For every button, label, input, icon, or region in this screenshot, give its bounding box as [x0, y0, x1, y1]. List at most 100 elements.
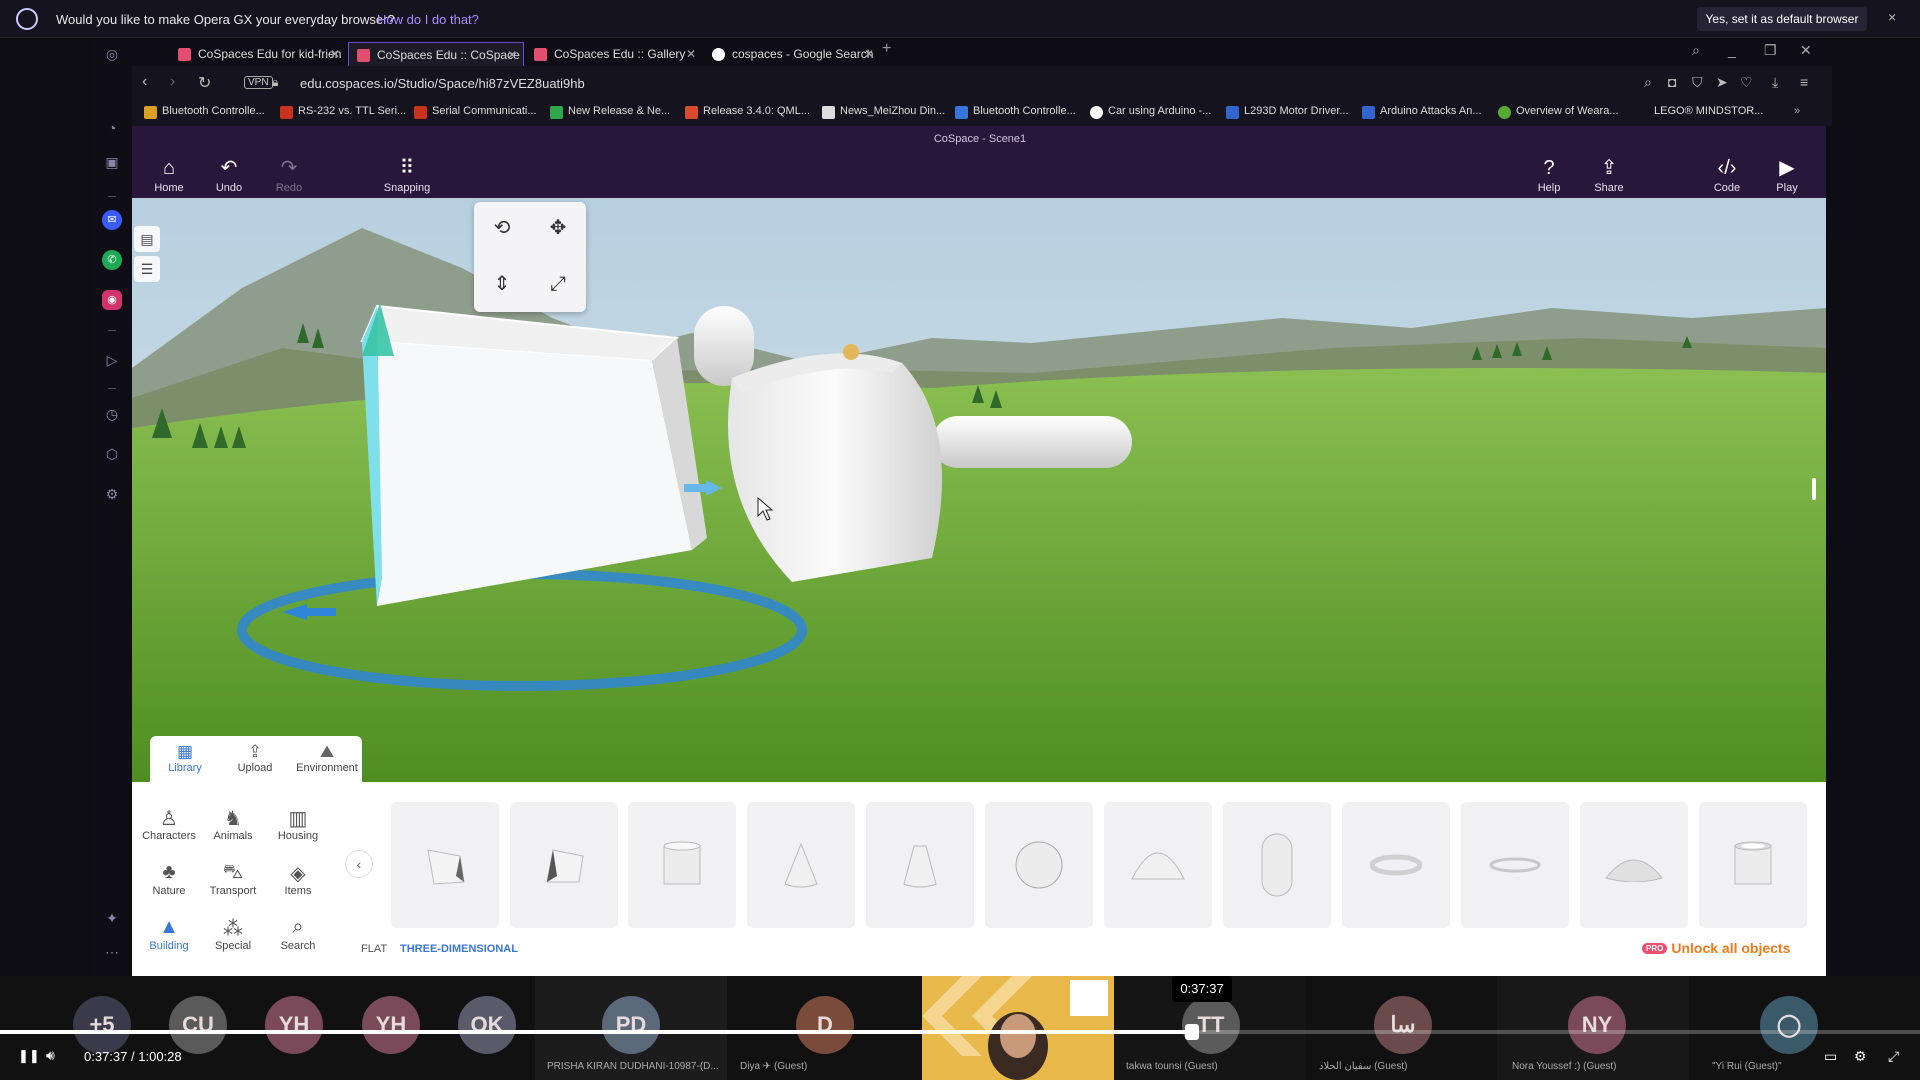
- category-housing[interactable]: ▥ Housing: [265, 806, 331, 842]
- object-tile-ring[interactable]: [1461, 802, 1569, 928]
- undo-button[interactable]: ↶ Undo: [199, 156, 259, 194]
- tab-cospaces-cospace[interactable]: CoSpaces Edu :: CoSpace ✕: [348, 42, 524, 66]
- object-tile-cone[interactable]: [747, 802, 855, 928]
- avatar[interactable]: YH: [362, 996, 420, 1054]
- object-tile-sphere[interactable]: [985, 802, 1093, 928]
- messenger-icon[interactable]: ✉: [102, 210, 122, 230]
- snapping-button[interactable]: ⠿ Snapping: [377, 156, 437, 194]
- bookmark-item[interactable]: RS-232 vs. TTL Seri...: [280, 105, 406, 119]
- whatsapp-icon[interactable]: ✆: [102, 250, 122, 270]
- mode-three-dimensional[interactable]: THREE-DIMENSIONAL: [400, 943, 518, 955]
- chevron-left-icon[interactable]: ‹: [345, 850, 373, 878]
- vpn-badge[interactable]: VPN: [244, 76, 273, 89]
- tab-cospaces-kid[interactable]: CoSpaces Edu for kid-frien ✕: [170, 42, 346, 66]
- avatar[interactable]: D: [796, 996, 854, 1054]
- object-tile-torus[interactable]: [1342, 802, 1450, 928]
- category-items[interactable]: ◈ Items: [265, 861, 331, 897]
- avatar[interactable]: سا: [1374, 996, 1432, 1054]
- object-tile-tube[interactable]: [1699, 802, 1807, 928]
- tab-upload[interactable]: ⇪ Upload: [220, 742, 290, 774]
- play-button[interactable]: ▶ Play: [1757, 156, 1817, 194]
- object-tile-hemisphere[interactable]: [1104, 802, 1212, 928]
- category-characters[interactable]: ♙ Characters: [136, 806, 202, 842]
- bookmark-item[interactable]: LEGO® MINDSTOR...: [1636, 105, 1763, 119]
- category-nature[interactable]: ♣ Nature: [136, 861, 202, 897]
- forward-icon[interactable]: ›: [170, 73, 175, 91]
- home-button[interactable]: ⌂ Home: [139, 156, 199, 194]
- tab-cospaces-gallery[interactable]: CoSpaces Edu :: Gallery ✕: [526, 42, 702, 66]
- tab-environment[interactable]: ⛰ Environment: [292, 742, 362, 774]
- gallery-side-icon[interactable]: ▤: [134, 226, 160, 252]
- bookmark-item[interactable]: Car using Arduino -...: [1090, 105, 1211, 119]
- list-side-icon[interactable]: ☰: [134, 256, 160, 282]
- gear-icon[interactable]: ⚙: [1854, 1048, 1867, 1065]
- pause-icon[interactable]: ❚❚: [18, 1048, 40, 1064]
- history-icon[interactable]: ◷: [102, 404, 122, 424]
- new-tab-icon[interactable]: +: [882, 40, 891, 58]
- object-tile-prism[interactable]: [391, 802, 499, 928]
- send-icon[interactable]: ➤: [1716, 74, 1728, 91]
- shield-icon[interactable]: ⛉: [1692, 74, 1703, 91]
- bookmark-item[interactable]: Release 3.4.0: QML...: [685, 105, 810, 119]
- player-icon[interactable]: ▷: [102, 350, 122, 370]
- camera-icon[interactable]: ◘: [1668, 74, 1676, 90]
- help-button[interactable]: ? Help: [1519, 156, 1579, 194]
- gx-icon[interactable]: ✦: [102, 908, 122, 928]
- close-tab-icon[interactable]: ✕: [507, 43, 517, 66]
- heart-icon[interactable]: ♡: [1740, 74, 1753, 91]
- object-tile-capsule[interactable]: [1223, 802, 1331, 928]
- bookmark-item[interactable]: L293D Motor Driver...: [1226, 105, 1349, 119]
- bookmark-item[interactable]: New Release & Ne...: [550, 105, 670, 119]
- search-tabs-icon[interactable]: ⌕: [1692, 42, 1700, 59]
- avatar[interactable]: +5: [73, 996, 131, 1054]
- gauge-icon[interactable]: ◔: [102, 118, 122, 138]
- avatar[interactable]: ◯: [1760, 996, 1818, 1054]
- fullscreen-icon[interactable]: ⤢: [1888, 1048, 1899, 1065]
- object-tile-cylinder[interactable]: [628, 802, 736, 928]
- category-search[interactable]: ⌕ Search: [265, 916, 331, 952]
- download-icon[interactable]: ⤓: [1772, 74, 1778, 91]
- bookmark-item[interactable]: Serial Communicati...: [414, 105, 537, 119]
- code-button[interactable]: ‹/› Code: [1697, 156, 1757, 194]
- bookmark-item[interactable]: Bluetooth Controlle...: [955, 105, 1076, 119]
- close-banner-icon[interactable]: ×: [1888, 9, 1896, 25]
- how-link[interactable]: How do I do that?: [377, 12, 479, 27]
- close-tab-icon[interactable]: ✕: [686, 42, 696, 66]
- instagram-icon[interactable]: ◉: [102, 290, 122, 310]
- category-transport[interactable]: ⛍ Transport: [200, 861, 266, 897]
- category-building[interactable]: ▲ Building: [136, 916, 202, 952]
- avatar[interactable]: YH: [265, 996, 323, 1054]
- scene-viewport[interactable]: [132, 198, 1826, 782]
- set-default-button[interactable]: Yes, set it as default browser: [1697, 7, 1867, 31]
- menu-icon[interactable]: ≡: [1800, 74, 1808, 90]
- lift-icon[interactable]: ⇕: [480, 262, 524, 306]
- avatar[interactable]: PD: [602, 996, 660, 1054]
- url-input[interactable]: edu.cospaces.io/Studio/Space/hi87zVEZ8ua…: [300, 76, 585, 91]
- bookmark-item[interactable]: Bluetooth Controlle...: [144, 105, 265, 119]
- category-special[interactable]: ⁂ Special: [200, 916, 266, 952]
- scale-icon[interactable]: ⤢: [536, 262, 580, 306]
- object-tile-dome[interactable]: [1580, 802, 1688, 928]
- bookmark-item[interactable]: Overview of Weara...: [1498, 105, 1619, 119]
- close-tab-icon[interactable]: ✕: [330, 42, 340, 66]
- volume-icon[interactable]: 🔊︎: [46, 1047, 55, 1064]
- more-bookmarks-icon[interactable]: »: [1794, 105, 1800, 117]
- tab-google-search[interactable]: cospaces - Google Search ✕: [704, 42, 880, 66]
- settings-icon[interactable]: ⚙: [102, 484, 122, 504]
- back-icon[interactable]: ‹: [142, 73, 147, 91]
- redo-button[interactable]: ↷ Redo: [259, 156, 319, 194]
- reload-icon[interactable]: ↻: [198, 73, 211, 93]
- object-tile-truncated-cone[interactable]: [866, 802, 974, 928]
- close-tab-icon[interactable]: ✕: [864, 42, 874, 66]
- category-animals[interactable]: ♞ Animals: [200, 806, 266, 842]
- unlock-all-objects-link[interactable]: PRO Unlock all objects: [1642, 940, 1790, 956]
- scene-scroll-handle[interactable]: [1812, 478, 1816, 500]
- minimize-icon[interactable]: _: [1728, 42, 1736, 58]
- move-icon[interactable]: ✥: [536, 206, 580, 250]
- bookmark-item[interactable]: News_MeiZhou Din...: [822, 105, 945, 119]
- captions-icon[interactable]: ▭: [1824, 1048, 1837, 1065]
- extensions-icon[interactable]: ⬡: [102, 444, 122, 464]
- bookmark-item[interactable]: Arduino Attacks An...: [1362, 105, 1482, 119]
- rotate-icon[interactable]: ⟲: [480, 206, 524, 250]
- avatar[interactable]: OK: [458, 996, 516, 1054]
